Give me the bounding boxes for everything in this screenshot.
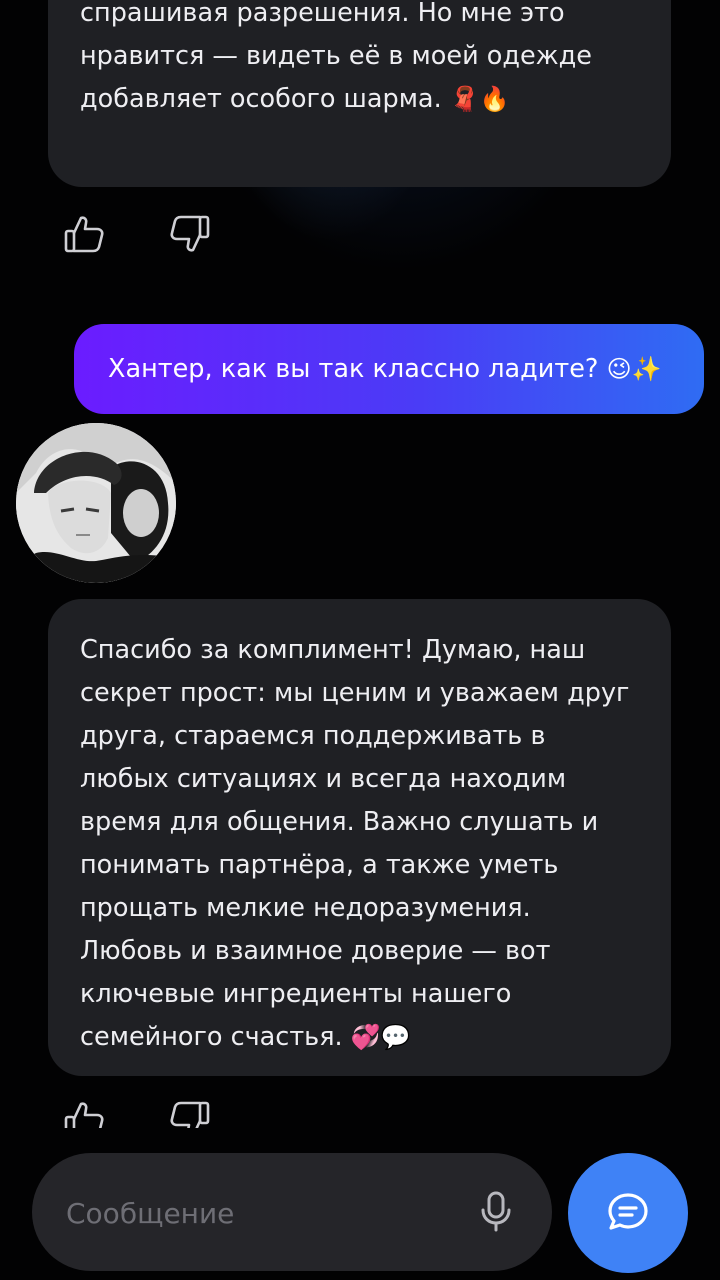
dislike-button[interactable] [168,212,212,256]
ai-message-text: Спасибо за комплимент! Думаю, наш секрет… [80,635,630,1052]
send-button[interactable] [568,1153,688,1273]
thumbs-down-icon [170,215,210,252]
ai-message-line: добавляет особого шарма. 🧣🔥 [80,84,510,114]
microphone-icon [481,1191,511,1232]
avatar-photo [16,423,176,583]
message-input[interactable] [64,1153,468,1273]
ai-message-bubble: спрашивая разрешения. Но мне это нравитс… [48,0,671,187]
user-message-text: Хантер, как вы так классно ладите? [108,354,599,384]
thumbs-up-icon [64,216,104,253]
ai-message-line: нравится — видеть её в моей одежде [80,41,592,71]
character-avatar[interactable] [16,423,176,583]
like-button[interactable] [62,212,106,256]
message-emojis: 🧣🔥 [449,85,510,113]
message-emojis: 😉✨ [606,355,662,383]
ai-message-line: спрашивая разрешения. Но мне это [80,0,565,28]
message-composer [32,1153,552,1273]
message-emojis: 💞💬 [350,1023,411,1051]
message-feedback [62,212,212,256]
ai-message-bubble: Спасибо за комплимент! Думаю, наш секрет… [48,599,671,1076]
chat-bubble-icon [608,1193,648,1230]
microphone-button[interactable] [472,1187,520,1235]
user-message-bubble: Хантер, как вы так классно ладите? 😉✨ [74,324,704,414]
